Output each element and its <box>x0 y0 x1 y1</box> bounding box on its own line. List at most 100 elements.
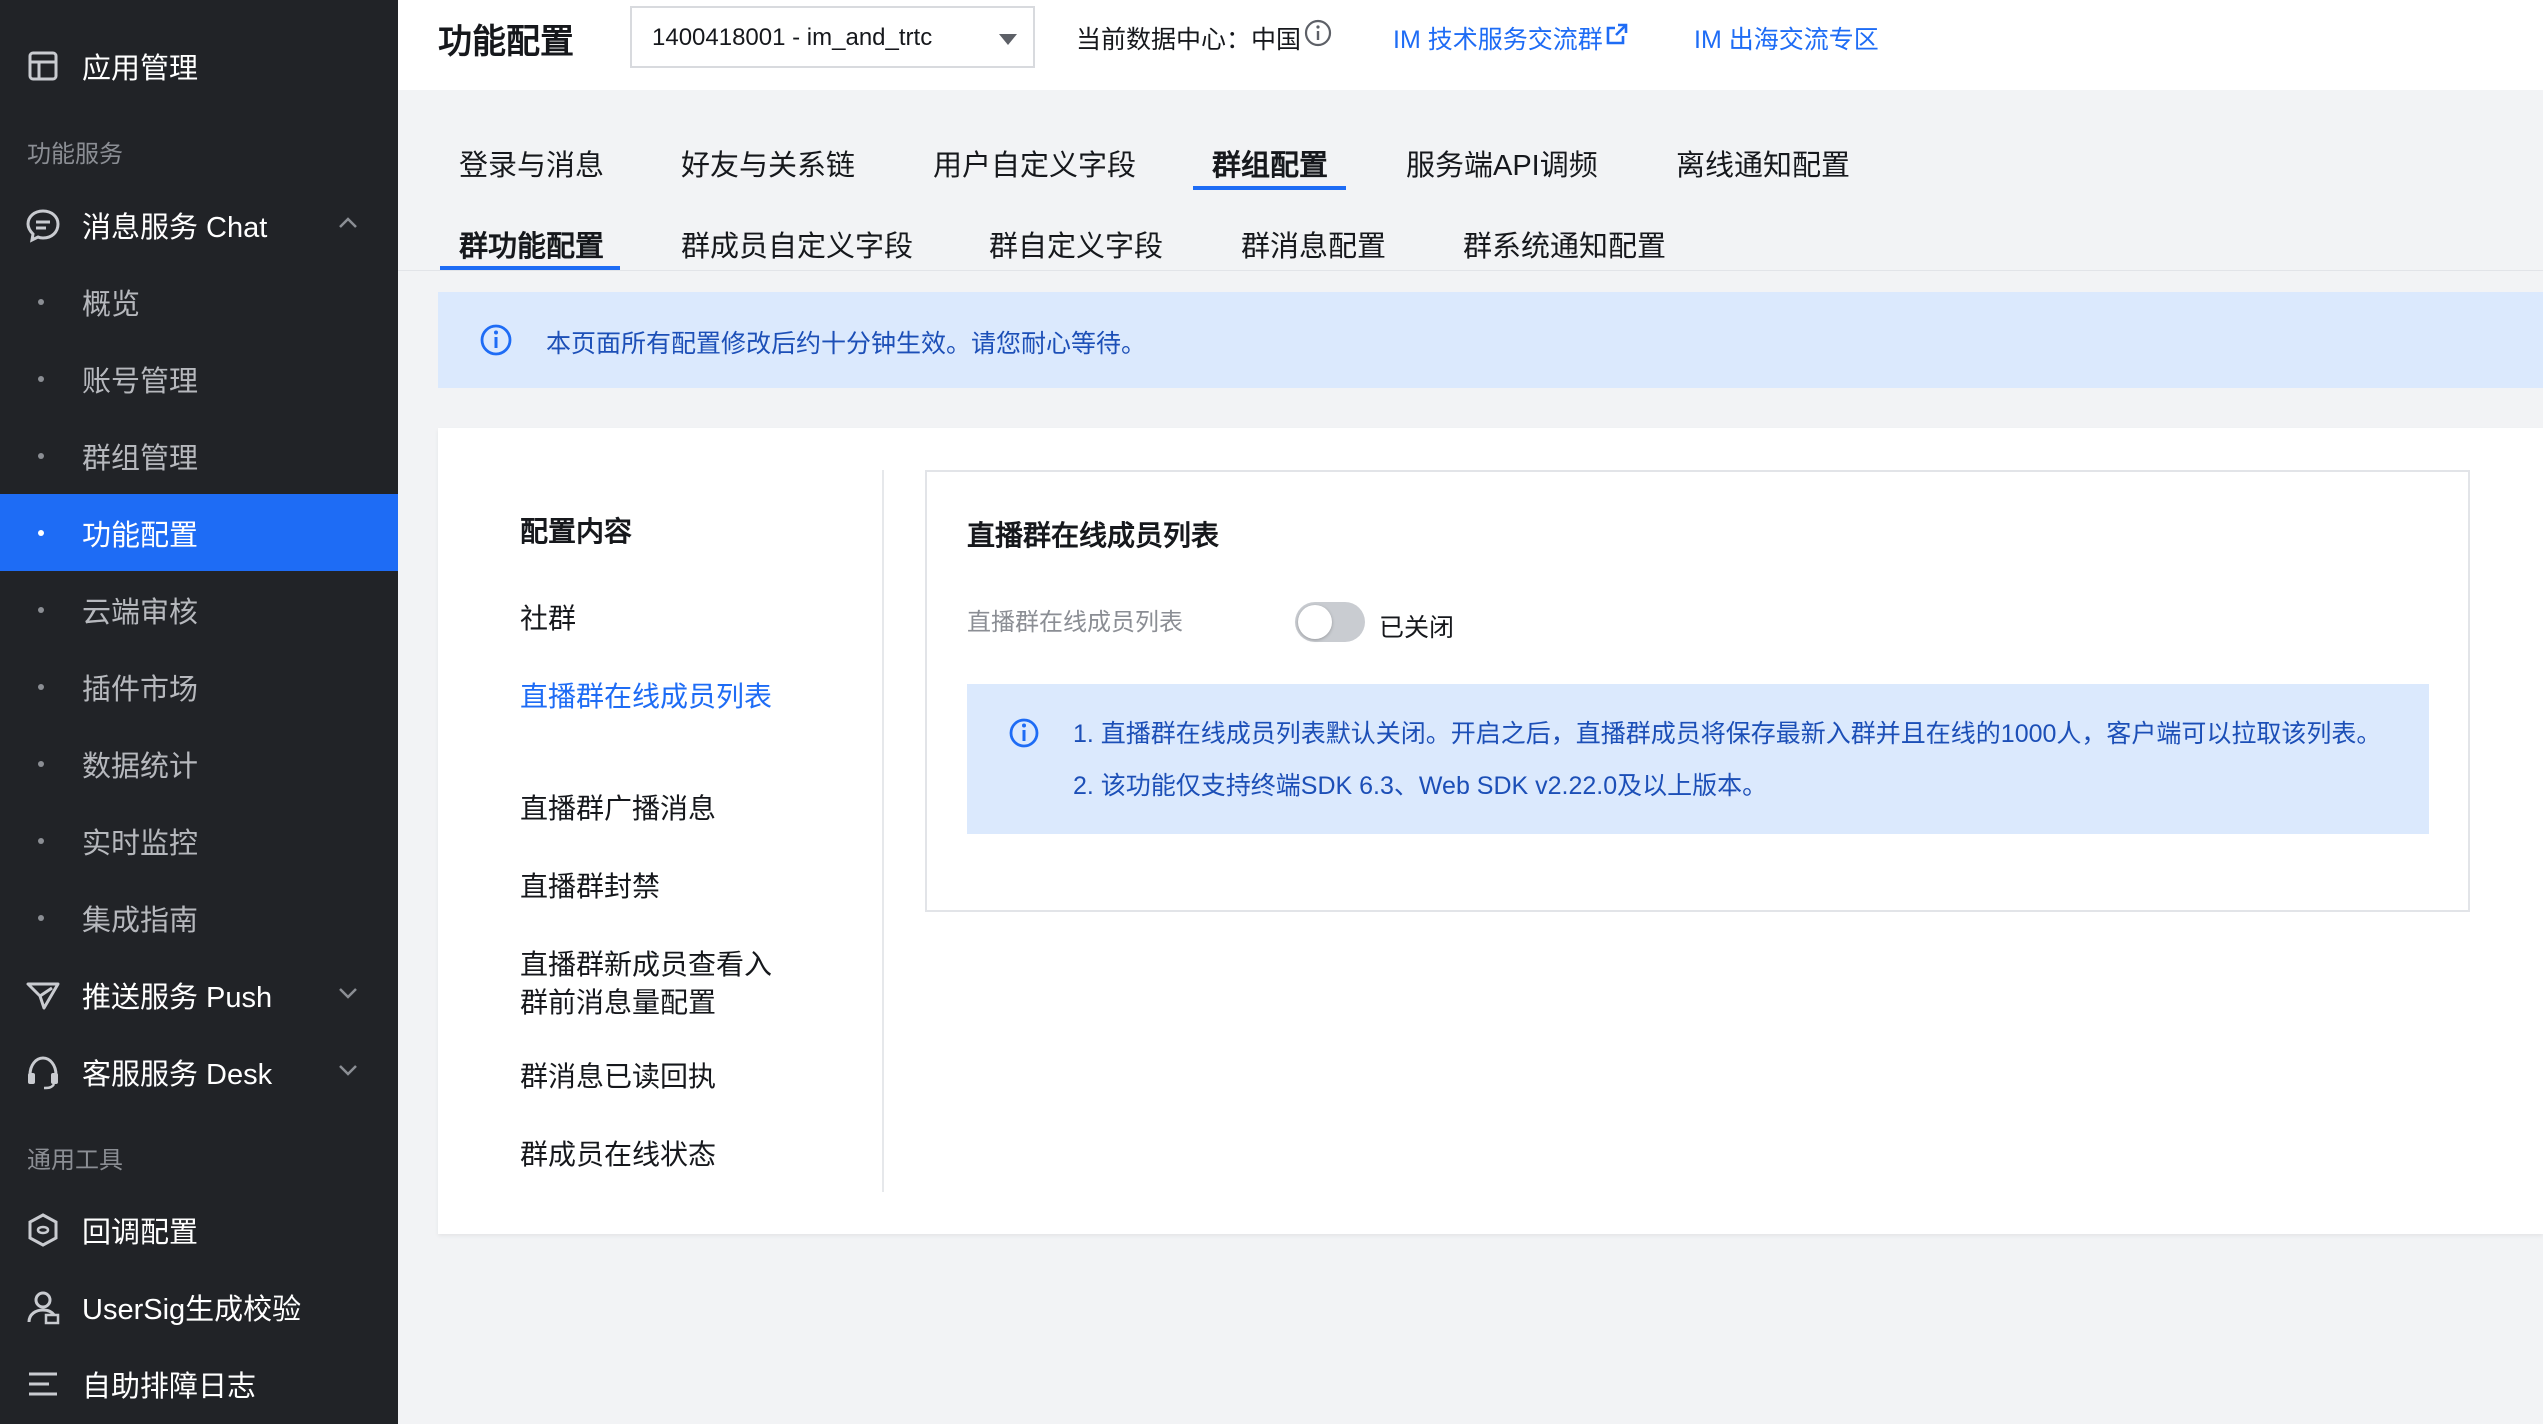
sidebar-item-label: 实时监控 <box>82 827 199 860</box>
sidebar-item-troubleshoot-log[interactable]: 自助排障日志 <box>0 1345 398 1422</box>
sidebar-item-label: 功能配置 <box>82 519 199 552</box>
bullet-dot <box>38 453 44 459</box>
bullet-dot <box>38 607 44 613</box>
chevron-down-icon <box>339 988 357 999</box>
datacenter-label: 当前数据中心：中国 <box>1076 26 1302 54</box>
config-nav-item-live-broadcast[interactable]: 直播群广播消息 <box>520 790 780 828</box>
sidebar-item-label: 概览 <box>82 288 141 321</box>
sidebar-item-label: 应用管理 <box>82 52 199 85</box>
sidebar-item-label: 集成指南 <box>82 904 199 937</box>
subtab-group-features[interactable]: 群功能配置 <box>459 223 604 265</box>
top-bar: 功能配置 1400418001 - im_and_trtc 当前数据中心：中国 … <box>398 0 2543 90</box>
external-link-icon[interactable] <box>1605 22 1629 46</box>
panel-notice: 1. 直播群在线成员列表默认关闭。开启之后，直播群成员将保存最新入群并且在线的1… <box>967 684 2429 834</box>
subtab-group-custom-fields[interactable]: 群自定义字段 <box>989 223 1163 265</box>
app-select[interactable]: 1400418001 - im_and_trtc <box>630 6 1035 68</box>
sidebar-item-label: 账号管理 <box>82 365 199 398</box>
chevron-down-icon <box>339 1065 357 1076</box>
info-icon[interactable] <box>1303 18 1333 48</box>
sidebar-item-plugin-market[interactable]: 插件市场 <box>0 648 398 725</box>
sidebar-item-groups[interactable]: 群组管理 <box>0 417 398 494</box>
nav-divider <box>882 470 884 1192</box>
sidebar-item-label: 回调配置 <box>82 1216 199 1249</box>
bullet-dot <box>38 684 44 690</box>
sidebar-item-monitoring[interactable]: 实时监控 <box>0 802 398 879</box>
sidebar-item-label: UserSig生成校验 <box>82 1293 302 1326</box>
toggle-state-text: 已关闭 <box>1379 614 1455 642</box>
config-nav-item-community[interactable]: 社群 <box>520 600 780 638</box>
sidebar-group-label: 客服服务 Desk <box>82 1058 273 1091</box>
sidebar-group-push[interactable]: 推送服务 Push <box>0 956 398 1033</box>
tabs-divider <box>398 270 2543 271</box>
sidebar-item-app-manage[interactable]: 应用管理 <box>0 27 398 104</box>
online-members-toggle[interactable] <box>1295 602 1365 642</box>
sidebar-item-label: 数据统计 <box>82 750 199 783</box>
config-nav-item-live-history-messages[interactable]: 直播群新成员查看入群前消息量配置 <box>520 946 780 1022</box>
chat-icon <box>26 209 60 243</box>
sidebar-item-cloud-audit[interactable]: 云端审核 <box>0 571 398 648</box>
sidebar-item-label: 云端审核 <box>82 596 199 629</box>
sidebar-group-desk[interactable]: 客服服务 Desk <box>0 1033 398 1110</box>
config-nav-item-live-ban[interactable]: 直播群封禁 <box>520 868 780 906</box>
app-manage-icon <box>28 51 58 81</box>
sidebar-item-label: 群组管理 <box>82 442 199 475</box>
sidebar-item-integration-guide[interactable]: 集成指南 <box>0 879 398 956</box>
sidebar-item-statistics[interactable]: 数据统计 <box>0 725 398 802</box>
overseas-zone-link[interactable]: IM 出海交流专区 <box>1694 20 1879 56</box>
bullet-dot <box>38 376 44 382</box>
sidebar-item-label: 自助排障日志 <box>82 1370 257 1403</box>
tab-login-messages[interactable]: 登录与消息 <box>459 142 604 184</box>
tab-group-config[interactable]: 群组配置 <box>1212 142 1328 184</box>
tab-server-api-rate[interactable]: 服务端API调频 <box>1406 142 1598 184</box>
section-label-services: 功能服务 <box>27 141 123 168</box>
tab-user-custom-fields[interactable]: 用户自定义字段 <box>933 142 1136 184</box>
panel-title: 直播群在线成员列表 <box>967 520 1220 551</box>
app-select-value: 1400418001 - im_and_trtc <box>652 24 933 51</box>
section-label-tools: 通用工具 <box>27 1147 123 1174</box>
sidebar-group-label: 推送服务 Push <box>82 981 273 1014</box>
headset-icon <box>28 1056 58 1090</box>
tech-group-link[interactable]: IM 技术服务交流群 <box>1393 20 1603 56</box>
active-tab-indicator <box>1193 186 1346 190</box>
caret-down-icon <box>999 34 1017 45</box>
sidebar-group-label: 消息服务 Chat <box>82 211 268 244</box>
bullet-dot <box>38 530 44 536</box>
user-check-icon <box>27 1291 60 1325</box>
subtab-group-message-config[interactable]: 群消息配置 <box>1241 223 1386 265</box>
sidebar-item-overview[interactable]: 概览 <box>0 263 398 340</box>
tab-offline-push-config[interactable]: 离线通知配置 <box>1676 142 1850 184</box>
config-card: 配置内容 社群 直播群在线成员列表 直播群广播消息 直播群封禁 直播群新成员查看… <box>438 428 2543 1234</box>
config-panel: 直播群在线成员列表 直播群在线成员列表 已关闭 1. 直播群在线成员列表默认关闭… <box>925 470 2470 912</box>
send-icon <box>26 982 60 1010</box>
config-nav-item-read-receipt[interactable]: 群消息已读回执 <box>520 1058 780 1096</box>
config-nav-title: 配置内容 <box>520 516 633 547</box>
callback-icon <box>28 1213 58 1247</box>
chevron-up-icon <box>339 217 357 228</box>
subtab-member-custom-fields[interactable]: 群成员自定义字段 <box>681 223 913 265</box>
panel-notice-line-1: 1. 直播群在线成员列表默认关闭。开启之后，直播群成员将保存最新入群并且在线的1… <box>1073 720 2382 748</box>
sidebar-item-accounts[interactable]: 账号管理 <box>0 340 398 417</box>
notice-banner: 本页面所有配置修改后约十分钟生效。请您耐心等待。 <box>438 292 2543 388</box>
info-icon <box>480 324 512 356</box>
page-title: 功能配置 <box>438 23 574 61</box>
config-nav-item-live-online-members[interactable]: 直播群在线成员列表 <box>520 678 780 716</box>
config-nav-item-member-online-status[interactable]: 群成员在线状态 <box>520 1136 780 1174</box>
notice-text: 本页面所有配置修改后约十分钟生效。请您耐心等待。 <box>546 330 1147 358</box>
panel-notice-line-2: 2. 该功能仅支持终端SDK 6.3、Web SDK v2.22.0及以上版本。 <box>1073 772 1768 800</box>
bullet-dot <box>38 838 44 844</box>
sidebar-item-usersig-check[interactable]: UserSig生成校验 <box>0 1268 398 1345</box>
toggle-knob <box>1298 605 1332 639</box>
sidebar-group-chat[interactable]: 消息服务 Chat <box>0 186 398 263</box>
info-icon <box>1009 718 1039 748</box>
bullet-dot <box>38 915 44 921</box>
sidebar-item-callback-config[interactable]: 回调配置 <box>0 1191 398 1268</box>
sidebar: 应用管理 功能服务 消息服务 Chat 概览 账号管理 群组管理 功能配置 云端… <box>0 0 398 1424</box>
bullet-dot <box>38 299 44 305</box>
sidebar-item-feature-config[interactable]: 功能配置 <box>0 494 398 571</box>
tab-friends-relations[interactable]: 好友与关系链 <box>681 142 855 184</box>
log-list-icon <box>29 1372 57 1396</box>
toggle-field-label: 直播群在线成员列表 <box>967 609 1183 636</box>
sidebar-item-label: 插件市场 <box>82 673 199 706</box>
subtab-group-system-notice[interactable]: 群系统通知配置 <box>1463 223 1666 265</box>
bullet-dot <box>38 761 44 767</box>
